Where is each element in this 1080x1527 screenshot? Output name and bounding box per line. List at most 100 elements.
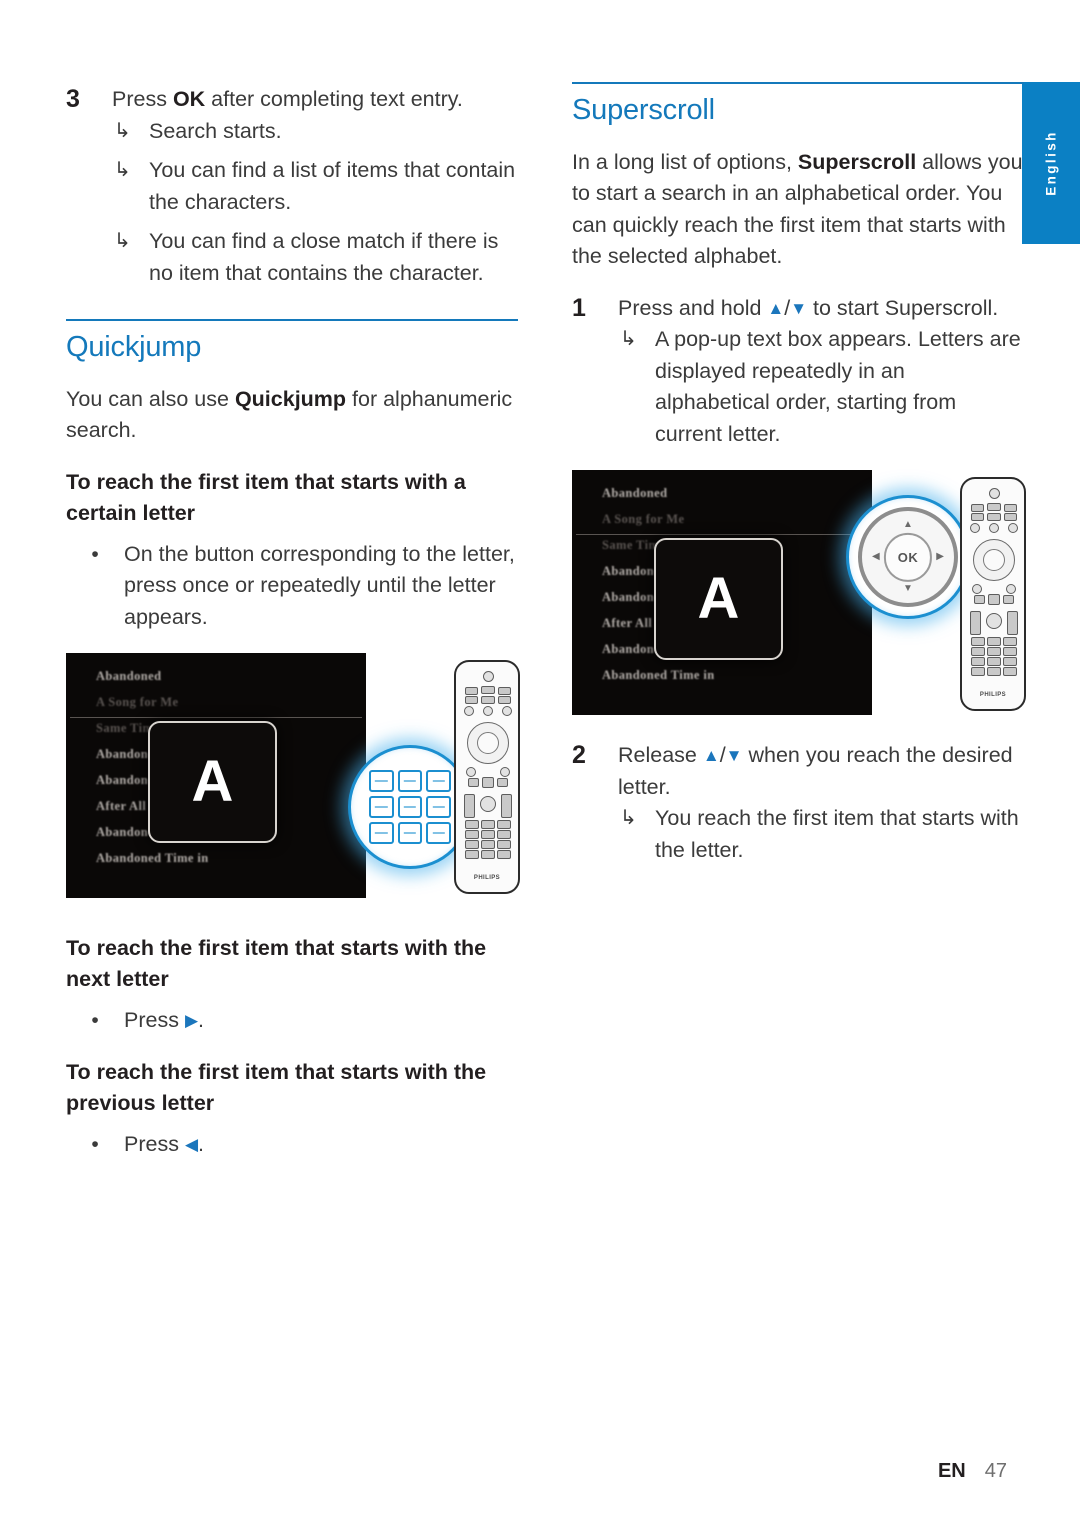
keypad-key[interactable]: [1003, 657, 1017, 667]
remote-key[interactable]: [986, 613, 1002, 630]
keypad-key[interactable]: [497, 850, 511, 860]
keypad-key[interactable]: [1003, 647, 1017, 657]
result-arrow-icon: ↳: [114, 230, 131, 252]
keypad-key[interactable]: [971, 637, 985, 647]
step-2-body: Release ▲/▼ when you reach the desired l…: [618, 740, 1024, 866]
quickjump-rule: [66, 319, 518, 321]
keypad-key[interactable]: [397, 822, 423, 845]
keypad-key[interactable]: [1003, 667, 1017, 677]
remote-key[interactable]: [987, 513, 1001, 522]
keypad-key[interactable]: [465, 830, 479, 840]
remote-key[interactable]: [466, 767, 476, 778]
remote-key[interactable]: [1007, 611, 1018, 636]
superscroll-keyword: Superscroll: [797, 149, 917, 174]
ok-button[interactable]: OK: [883, 533, 933, 582]
keypad-key[interactable]: [397, 770, 423, 793]
remote-key[interactable]: [464, 794, 475, 819]
remote-key[interactable]: [971, 513, 984, 522]
press-label: Press: [124, 1131, 185, 1156]
remote-key[interactable]: [1008, 523, 1018, 534]
keypad-key[interactable]: [987, 637, 1001, 647]
remote-key[interactable]: [988, 594, 1000, 606]
remote-key[interactable]: [502, 706, 512, 717]
bullet-previous-letter-text: Press ◀.: [124, 1129, 518, 1161]
remote-key[interactable]: [971, 504, 984, 513]
left-arrow-icon: ◀: [184, 1134, 199, 1154]
remote-key[interactable]: [972, 584, 982, 595]
power-button[interactable]: [989, 488, 1000, 500]
right-column: Superscroll In a long list of options, S…: [572, 82, 1026, 866]
remote-key[interactable]: [481, 686, 495, 695]
remote-key[interactable]: [498, 696, 511, 705]
keypad-key[interactable]: [481, 830, 495, 840]
result-arrow-icon: ↳: [620, 807, 637, 830]
keypad-key[interactable]: [987, 657, 1001, 667]
keypad-key[interactable]: [465, 850, 479, 860]
keypad-key[interactable]: [497, 840, 511, 850]
keypad-key[interactable]: [497, 820, 511, 830]
keypad-key[interactable]: [426, 822, 451, 845]
step-3-text: Press OK after completing text entry.: [112, 84, 518, 116]
keypad-key[interactable]: [987, 647, 1001, 657]
keypad-key[interactable]: [397, 796, 423, 819]
remote-key[interactable]: [483, 706, 493, 717]
remote-key[interactable]: [970, 611, 981, 636]
step-3-result-1-text: Search starts.: [149, 118, 282, 143]
remote-key[interactable]: [468, 778, 479, 788]
remote-key[interactable]: [481, 696, 495, 705]
step-3-body: Press OK after completing text entry. ↳ …: [112, 84, 518, 289]
keypad-key[interactable]: [426, 770, 451, 793]
remote-key[interactable]: [1003, 595, 1014, 605]
step-1-text-prefix: Press and hold: [618, 295, 768, 320]
nav-up-icon[interactable]: ▲: [903, 520, 913, 530]
remote-key[interactable]: [482, 777, 494, 789]
remote-key[interactable]: [970, 523, 980, 534]
remote-key[interactable]: [465, 696, 478, 705]
step-2-text-prefix: Release: [618, 743, 703, 768]
keypad-key[interactable]: [497, 830, 511, 840]
keypad-key[interactable]: [481, 850, 495, 860]
keypad-key[interactable]: [971, 667, 985, 677]
letter-popup: A: [148, 721, 277, 844]
remote-key[interactable]: [500, 767, 510, 778]
remote-key[interactable]: [1004, 513, 1017, 522]
keypad-key[interactable]: [465, 820, 479, 830]
keypad-key[interactable]: [1003, 637, 1017, 647]
letter-popup-letter: A: [697, 566, 740, 632]
keypad-key[interactable]: [971, 647, 985, 657]
remote-key[interactable]: [498, 687, 511, 696]
keypad-key[interactable]: [465, 840, 479, 850]
result-arrow-icon: ↳: [114, 119, 131, 142]
remote-key[interactable]: [465, 687, 478, 696]
tv-list-item: Abandoned Time in: [602, 668, 715, 683]
remote-body: PHILIPS: [456, 662, 518, 892]
keypad-key[interactable]: [369, 796, 394, 819]
step-1-result: ↳ A pop-up text box appears. Letters are…: [618, 324, 1024, 450]
remote-key[interactable]: [497, 778, 508, 788]
bullet-next-letter-text: Press ▶.: [124, 1005, 518, 1037]
keypad-key[interactable]: [369, 770, 394, 793]
keypad-key[interactable]: [987, 667, 1001, 677]
remote-key[interactable]: [987, 503, 1001, 512]
nav-right-icon[interactable]: ▶: [936, 552, 944, 562]
period: .: [198, 1008, 204, 1033]
nav-down-icon[interactable]: ▼: [903, 584, 913, 594]
keypad-key[interactable]: [426, 796, 451, 819]
remote-key[interactable]: [989, 523, 999, 534]
remote-key[interactable]: [974, 595, 985, 605]
power-button[interactable]: [483, 671, 494, 683]
keypad-key[interactable]: [369, 822, 394, 845]
remote-key[interactable]: [1006, 584, 1016, 595]
keypad-key[interactable]: [481, 840, 495, 850]
manual-page: English 3 Press OK after completing text…: [0, 0, 1080, 1527]
remote-key[interactable]: [464, 706, 474, 717]
remote-key[interactable]: [1004, 504, 1017, 513]
remote-body: PHILIPS: [962, 479, 1024, 709]
nav-left-icon[interactable]: ◀: [872, 552, 880, 562]
keypad-key[interactable]: [971, 657, 985, 667]
magnified-navigation-ring[interactable]: ▲ ▼ ◀ ▶ OK: [858, 507, 958, 608]
remote-key[interactable]: [501, 794, 512, 819]
keypad-key[interactable]: [481, 820, 495, 830]
superscroll-intro: In a long list of options, Superscroll a…: [572, 147, 1024, 273]
remote-key[interactable]: [480, 796, 496, 813]
